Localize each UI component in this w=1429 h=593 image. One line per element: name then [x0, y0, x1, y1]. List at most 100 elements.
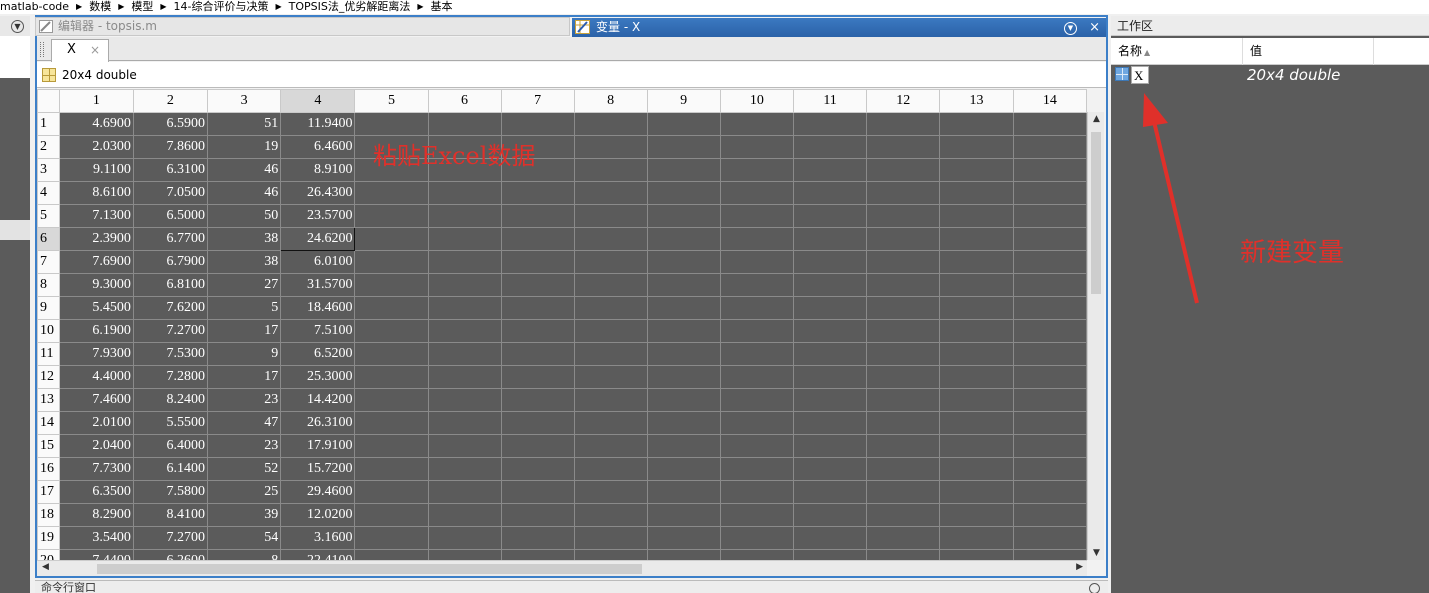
table-cell[interactable]: 8 — [206, 549, 282, 560]
table-cell[interactable]: 8.9100 — [280, 158, 356, 182]
table-cell[interactable] — [866, 135, 941, 159]
table-cell[interactable] — [866, 365, 941, 389]
table-cell[interactable]: 7.0500 — [132, 181, 208, 205]
table-cell[interactable] — [866, 388, 941, 412]
table-cell[interactable] — [500, 204, 575, 228]
table-cell[interactable] — [792, 365, 868, 389]
table-cell[interactable] — [719, 250, 794, 274]
table-cell[interactable] — [866, 411, 941, 435]
table-cell[interactable]: 14.4200 — [280, 388, 356, 412]
table-cell[interactable] — [939, 296, 1014, 320]
table-cell[interactable] — [354, 365, 429, 389]
table-cell[interactable]: 22.4100 — [280, 549, 356, 560]
table-cell[interactable] — [719, 112, 794, 136]
scroll-down-icon[interactable]: ▼ — [1088, 548, 1105, 558]
table-cell[interactable]: 50 — [206, 204, 282, 228]
table-cell[interactable] — [1012, 503, 1087, 527]
column-header[interactable]: 4 — [280, 89, 356, 113]
table-cell[interactable] — [427, 526, 502, 550]
table-cell[interactable]: 23 — [206, 388, 282, 412]
table-cell[interactable] — [719, 549, 794, 560]
table-cell[interactable] — [646, 388, 721, 412]
column-header[interactable]: 11 — [792, 89, 868, 113]
table-cell[interactable] — [573, 204, 648, 228]
tab-x[interactable]: X × — [51, 39, 109, 62]
column-header[interactable]: 13 — [939, 89, 1014, 113]
table-cell[interactable] — [719, 388, 794, 412]
table-cell[interactable] — [500, 526, 575, 550]
table-cell[interactable]: 3.1600 — [280, 526, 356, 550]
table-cell[interactable] — [1012, 181, 1087, 205]
row-header[interactable]: 16 — [37, 457, 60, 481]
row-header[interactable]: 14 — [37, 411, 60, 435]
table-cell[interactable] — [427, 250, 502, 274]
table-cell[interactable]: 7.6200 — [132, 296, 208, 320]
row-header[interactable]: 11 — [37, 342, 60, 366]
table-cell[interactable] — [354, 319, 429, 343]
table-cell[interactable] — [792, 181, 868, 205]
breadcrumb-item[interactable]: matlab-code — [0, 0, 69, 13]
panel-menu-icon[interactable]: ▼ — [1063, 22, 1077, 35]
table-cell[interactable] — [866, 457, 941, 481]
column-header[interactable]: 12 — [866, 89, 941, 113]
table-cell[interactable] — [939, 411, 1014, 435]
table-cell[interactable]: 6.7700 — [132, 227, 208, 251]
table-cell[interactable] — [354, 526, 429, 550]
row-header[interactable]: 17 — [37, 480, 60, 504]
table-cell[interactable]: 7.1300 — [58, 204, 134, 228]
table-cell[interactable] — [427, 204, 502, 228]
breadcrumb-item[interactable]: 基本 — [431, 0, 453, 13]
table-cell[interactable]: 51 — [206, 112, 282, 136]
table-cell[interactable] — [792, 204, 868, 228]
table-cell[interactable]: 8.4100 — [132, 503, 208, 527]
table-cell[interactable] — [866, 503, 941, 527]
column-header[interactable]: 3 — [206, 89, 282, 113]
workspace-variable-row[interactable]: X 20x4 double — [1111, 65, 1429, 85]
table-cell[interactable] — [1012, 388, 1087, 412]
table-cell[interactable] — [646, 526, 721, 550]
table-cell[interactable] — [573, 388, 648, 412]
table-cell[interactable]: 38 — [206, 250, 282, 274]
close-tab-icon[interactable]: × — [90, 40, 100, 60]
table-cell[interactable]: 7.9300 — [58, 342, 134, 366]
panel-menu-icon[interactable]: ▼ — [11, 20, 24, 33]
table-cell[interactable]: 9.1100 — [58, 158, 134, 182]
table-cell[interactable]: 26.3100 — [280, 411, 356, 435]
table-cell[interactable]: 8.6100 — [58, 181, 134, 205]
table-cell[interactable] — [646, 135, 721, 159]
table-cell[interactable]: 23.5700 — [280, 204, 356, 228]
table-cell[interactable]: 8.2400 — [132, 388, 208, 412]
name-column-header[interactable]: 名称 ▲ — [1111, 38, 1243, 65]
table-cell[interactable]: 46 — [206, 158, 282, 182]
table-cell[interactable]: 7.5800 — [132, 480, 208, 504]
row-header[interactable]: 10 — [37, 319, 60, 343]
table-cell[interactable] — [792, 135, 868, 159]
table-cell[interactable] — [939, 434, 1014, 458]
table-cell[interactable] — [646, 250, 721, 274]
column-header[interactable]: 5 — [354, 89, 429, 113]
vertical-scrollbar[interactable]: ▲ ▼ — [1087, 112, 1104, 560]
table-cell[interactable] — [427, 480, 502, 504]
table-cell[interactable] — [719, 135, 794, 159]
table-cell[interactable] — [792, 457, 868, 481]
table-cell[interactable] — [939, 250, 1014, 274]
table-cell[interactable]: 15.7200 — [280, 457, 356, 481]
column-header[interactable]: 6 — [427, 89, 502, 113]
scroll-right-icon[interactable]: ▶ — [1076, 562, 1083, 572]
table-cell[interactable] — [866, 434, 941, 458]
table-cell[interactable] — [866, 273, 941, 297]
table-cell[interactable] — [719, 204, 794, 228]
table-cell[interactable] — [573, 480, 648, 504]
variable-name[interactable]: X — [1131, 66, 1149, 84]
table-cell[interactable] — [573, 296, 648, 320]
table-cell[interactable] — [500, 319, 575, 343]
table-cell[interactable] — [792, 250, 868, 274]
table-cell[interactable]: 6.5000 — [132, 204, 208, 228]
table-cell[interactable]: 52 — [206, 457, 282, 481]
table-cell[interactable] — [573, 319, 648, 343]
table-cell[interactable] — [719, 181, 794, 205]
table-cell[interactable] — [646, 365, 721, 389]
row-header[interactable]: 20 — [37, 549, 60, 560]
table-cell[interactable] — [719, 434, 794, 458]
table-cell[interactable] — [866, 526, 941, 550]
